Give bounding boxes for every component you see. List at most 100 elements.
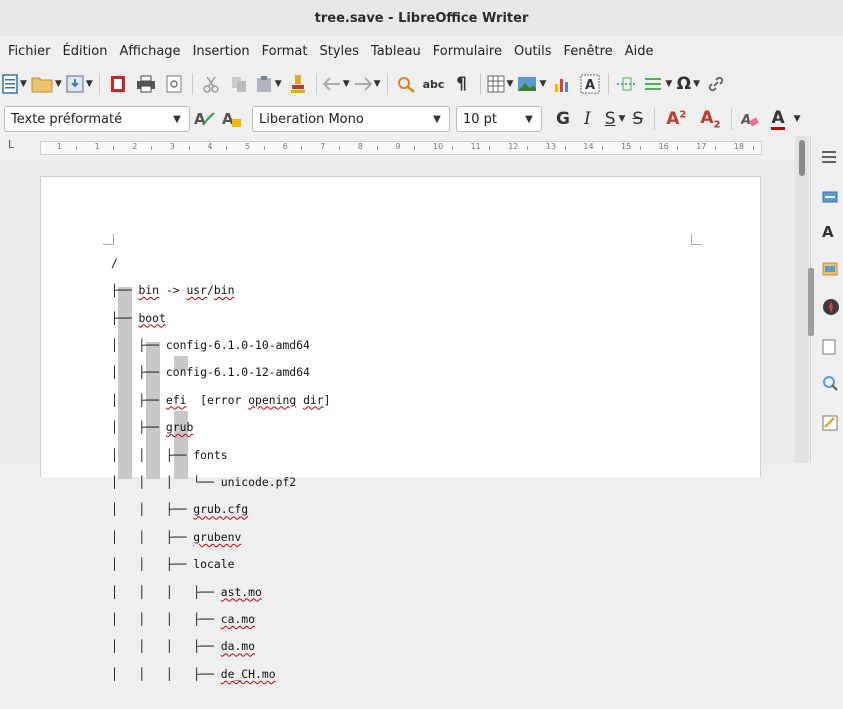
new-style-button[interactable]: A [220,105,244,133]
sidebar-styles-button[interactable]: A [822,220,843,242]
insert-chart-button[interactable] [550,70,574,98]
subscript-button[interactable]: A2 [700,108,720,130]
misspelled-word: bin [138,283,160,298]
copy-button[interactable] [227,70,251,98]
misspelled-word: dir [303,392,324,407]
underline-button[interactable]: S [605,109,616,129]
spellcheck-button[interactable]: abc [422,70,446,98]
separator [386,73,388,95]
export-pdf-button[interactable] [106,70,130,98]
clone-formatting-button[interactable] [286,70,310,98]
ruler-number: 4 [207,142,213,151]
save-icon [66,75,84,93]
chevron-down-icon[interactable]: ▼ [517,107,541,131]
find-replace-button[interactable] [394,70,418,98]
print-button[interactable] [134,70,158,98]
insert-textbox-button[interactable]: A [578,70,602,98]
sidebar-gallery-button[interactable] [822,258,843,280]
cut-button[interactable] [199,70,223,98]
chevron-down-icon[interactable]: ▼ [618,114,625,124]
special-character-button[interactable]: Ω ▼ [676,70,700,98]
chevron-down-icon[interactable]: ▼ [794,114,801,124]
sidebar-collapse-handle[interactable] [808,268,814,336]
misspelled-word: bin [213,283,235,298]
tree-line: │ │ ├── grubenv [111,529,242,544]
ruler-tick [339,146,340,150]
chevron-down-icon[interactable]: ▼ [665,79,672,89]
chevron-down-icon[interactable]: ▼ [539,79,546,89]
sidebar-manage-changes-button[interactable] [822,412,843,434]
clear-formatting-button[interactable]: A [738,105,762,133]
chevron-down-icon[interactable]: ▼ [86,79,93,89]
ruler-number: 8 [357,142,363,151]
open-button[interactable]: ▼ [31,70,62,98]
menu-outils[interactable]: Outils [508,44,558,59]
tree-line: │ ├── config-6.1.0-10-amd64 [111,337,310,352]
font-size-select[interactable]: 10 pt ▼ [456,106,542,132]
chevron-down-icon[interactable]: ▼ [275,79,282,89]
menu-styles[interactable]: Styles [313,44,364,59]
undo-button[interactable]: ▼ [322,70,350,98]
chevron-down-icon[interactable]: ▼ [693,79,700,89]
list-button[interactable]: ▼ [643,70,672,98]
menu-insertion[interactable]: Insertion [187,44,256,59]
sidebar-navigator-button[interactable] [822,296,843,318]
navigator-icon [823,299,839,315]
sidebar-menu-button[interactable] [822,146,843,168]
chevron-down-icon[interactable]: ▼ [374,79,381,89]
menu-format[interactable]: Format [256,44,314,59]
chevron-down-icon[interactable]: ▼ [165,107,189,131]
menu-edition[interactable]: Édition [57,44,114,59]
redo-button[interactable]: ▼ [354,70,381,98]
chevron-down-icon[interactable]: ▼ [55,79,62,89]
menu-affichage[interactable]: Affichage [113,44,186,59]
bold-button[interactable]: G [556,109,570,129]
document-area[interactable]: / ├── bin -> usr/bin ├── boot │ ├── conf… [0,160,795,681]
ruler-tick [226,146,228,150]
ruler-number: 18 [733,142,744,151]
insert-table-button[interactable]: ▼ [487,70,514,98]
spellcheck-icon: abc [422,77,445,91]
ruler-scale[interactable]: 1 1 2 3 4 5 6 7 8 9 10 11 12 13 14 15 16 17 18 [40,141,762,155]
insert-image-button[interactable]: ▼ [517,70,546,98]
sidebar-properties-button[interactable] [822,186,843,208]
ruler-tick [151,146,152,150]
vertical-scrollbar[interactable] [795,136,809,463]
misspelled-word: da.mo [220,639,256,654]
update-style-button[interactable]: A [192,105,216,133]
menu-formulaire[interactable]: Formulaire [427,44,508,59]
chevron-down-icon[interactable]: ▼ [343,79,350,89]
menu-tableau[interactable]: Tableau [365,44,427,59]
insert-field-button[interactable] [615,70,639,98]
paste-button[interactable]: ▼ [255,70,282,98]
scrollbar-thumb[interactable] [799,140,805,176]
table-icon [487,75,505,93]
print-preview-button[interactable] [162,70,186,98]
italic-button[interactable]: I [584,109,591,129]
new-document-button[interactable]: ▼ [2,70,27,98]
tab-stop-selector-icon[interactable]: L [8,138,14,151]
tree-line: │ │ ├── fonts [111,447,228,462]
formatting-marks-button[interactable]: ¶ [450,70,474,98]
chevron-down-icon[interactable]: ▼ [425,107,449,131]
save-button[interactable]: ▼ [66,70,93,98]
tree-line: │ ├── grub [111,420,194,435]
menu-fenetre[interactable]: Fenêtre [558,44,619,59]
tree-line: │ │ │ ├── da.mo [111,639,256,654]
paragraph-style-select[interactable]: Texte préformaté ▼ [4,106,190,132]
horizontal-ruler[interactable]: L 1 1 2 3 4 5 6 7 8 9 10 11 12 13 14 15 16 17 18 [0,136,795,160]
menu-aide[interactable]: Aide [619,44,660,59]
hyperlink-button[interactable] [704,70,728,98]
sidebar-style-inspector-button[interactable] [822,372,843,394]
sidebar-page-button[interactable] [822,336,843,358]
superscript-button[interactable]: A2 [666,109,686,129]
font-color-button[interactable]: A [771,109,785,130]
separator [654,108,656,130]
document-page[interactable]: / ├── bin -> usr/bin ├── boot │ ├── conf… [40,176,761,681]
font-name-select[interactable]: Liberation Mono ▼ [252,106,450,132]
strikethrough-button[interactable]: S [632,109,643,129]
separator [479,73,481,95]
menu-fichier[interactable]: Fichier [2,44,57,59]
chevron-down-icon[interactable]: ▼ [20,79,27,89]
chevron-down-icon[interactable]: ▼ [507,79,514,89]
